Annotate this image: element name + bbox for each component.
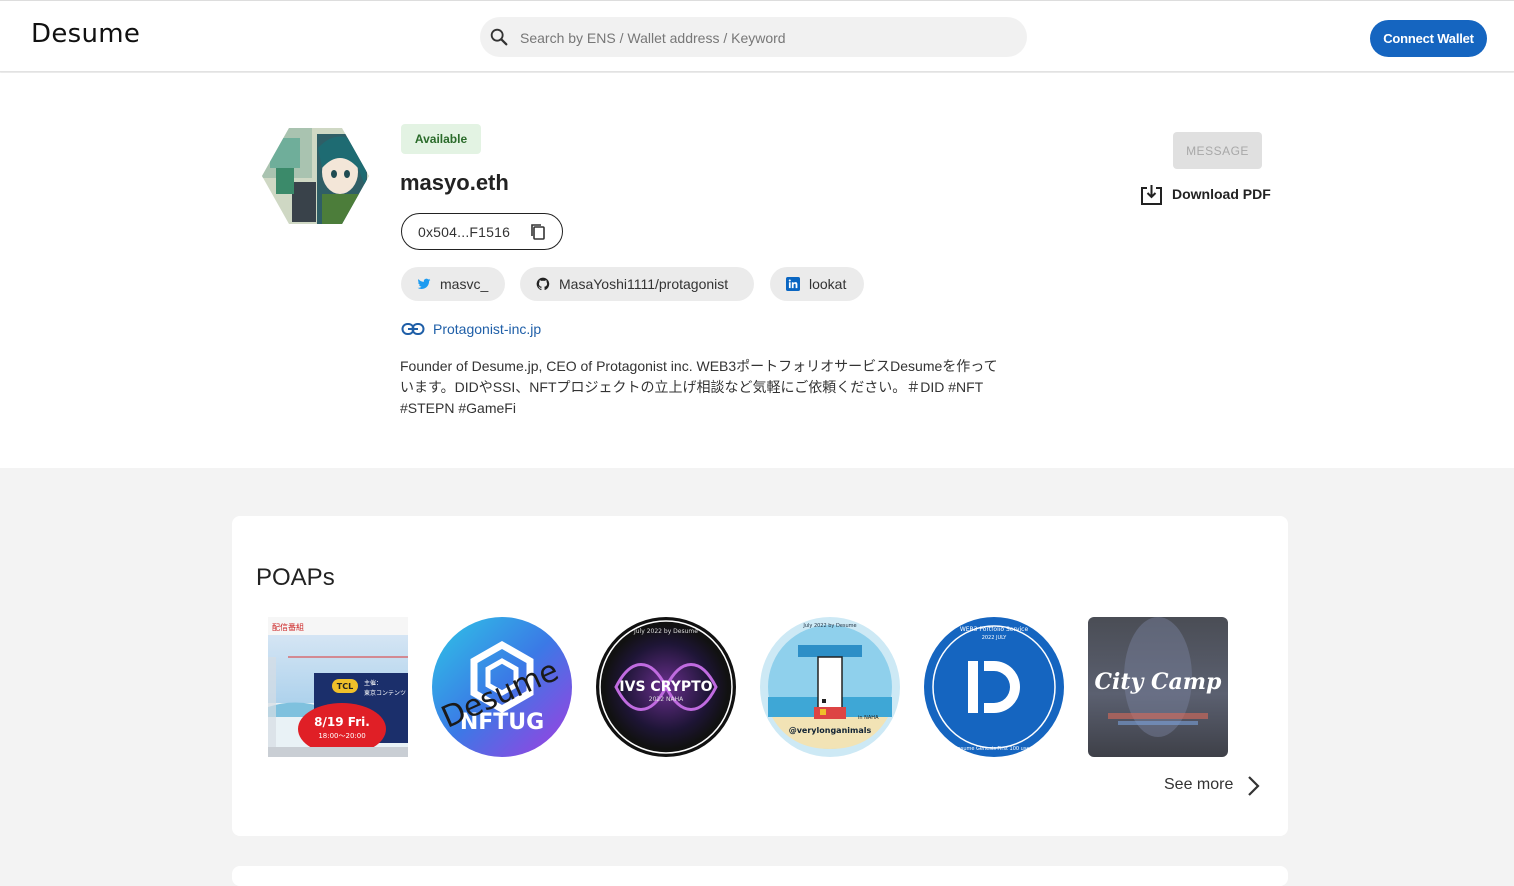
linkedin-icon (786, 277, 800, 291)
poap-citycamp-label: City Camp (1095, 669, 1223, 695)
poap-nftug[interactable]: NFTUG Desume (432, 617, 572, 757)
poap-banner-label: 配信番組 (272, 622, 304, 632)
github-link[interactable]: MasaYoshi1111/protagonist (520, 267, 754, 301)
profile-name: masyo.eth (400, 170, 509, 195)
message-button[interactable]: MESSAGE (1173, 132, 1262, 169)
poap-desume-bottom: Desume Genesis First 100 users (954, 746, 1035, 752)
download-icon (1141, 185, 1162, 205)
poaps-card: POAPs 配信番組 TCL 主催： 東京コンテンツ 8/19 Fri. 18:… (232, 516, 1288, 836)
github-handle: MasaYoshi1111/protagonist (559, 276, 729, 292)
poap-ivs-top: July 2022 by Desume (633, 628, 698, 635)
poap-desume-top: WEB3 Portfolio Service (960, 626, 1029, 633)
poap-ivs-sub: 2022 NAHA (649, 696, 684, 703)
copy-icon[interactable] (529, 223, 547, 241)
search-bar[interactable] (480, 17, 1027, 59)
top-header: Desume Connect Wallet (0, 0, 1514, 72)
next-section-card (232, 866, 1288, 886)
poap-desume-first-100[interactable]: WEB3 Portfolio Service 2022 JULY Desume … (924, 617, 1064, 757)
search-icon (490, 28, 508, 46)
avatar (262, 128, 369, 224)
poap-ivs-label: IVS CRYPTO (619, 679, 712, 695)
poap-event-banner[interactable]: 配信番組 TCL 主催： 東京コンテンツ 8/19 Fri. 18:00〜20:… (268, 617, 408, 757)
connect-wallet-button[interactable]: Connect Wallet (1370, 20, 1487, 57)
linkedin-handle: lookat (809, 276, 847, 292)
poap-city-camp[interactable]: City Camp (1088, 617, 1228, 757)
wallet-address-pill[interactable]: 0x504...F1516 (401, 213, 563, 250)
desume-logo[interactable]: Desume (31, 19, 140, 49)
chevron-right-icon (1248, 776, 1260, 796)
poap-vla-place: in NAHA (858, 715, 879, 721)
website-url: Protagonist-inc.jp (433, 321, 542, 337)
see-more-label: See more (1164, 776, 1234, 793)
link-icon (401, 323, 425, 335)
poap-ivs-crypto[interactable]: IVS CRYPTO 2022 NAHA July 2022 by Desume (596, 617, 736, 757)
status-badge: Available (401, 124, 481, 154)
poap-vla-top: July 2022 by Desume (802, 623, 856, 629)
download-pdf-label: Download PDF (1172, 186, 1271, 202)
poaps-title: POAPs (256, 564, 335, 591)
twitter-icon (417, 278, 431, 290)
poap-desume-date: 2022 JULY (982, 635, 1008, 641)
poap-banner-time: 18:00〜20:00 (318, 732, 365, 740)
poap-verylonganimals[interactable]: in NAHA @verylonganimals July 2022 by De… (760, 617, 900, 757)
github-icon (536, 277, 550, 291)
poap-banner-org: 東京コンテンツ (364, 689, 406, 697)
search-input[interactable] (518, 17, 1012, 59)
poap-vla-label: @verylonganimals (789, 726, 872, 735)
poap-banner-host: 主催： (364, 679, 382, 687)
twitter-link[interactable]: masvc_ (401, 267, 505, 301)
linkedin-link[interactable]: lookat (770, 267, 864, 301)
wallet-address: 0x504...F1516 (418, 224, 511, 240)
profile-section: Available masyo.eth 0x504...F1516 masvc_… (0, 73, 1514, 468)
poap-banner-tcl: TCL (337, 682, 353, 691)
poap-banner-date: 8/19 Fri. (314, 715, 370, 729)
twitter-handle: masvc_ (440, 276, 489, 292)
profile-bio: Founder of Desume.jp, CEO of Protagonist… (400, 358, 998, 416)
